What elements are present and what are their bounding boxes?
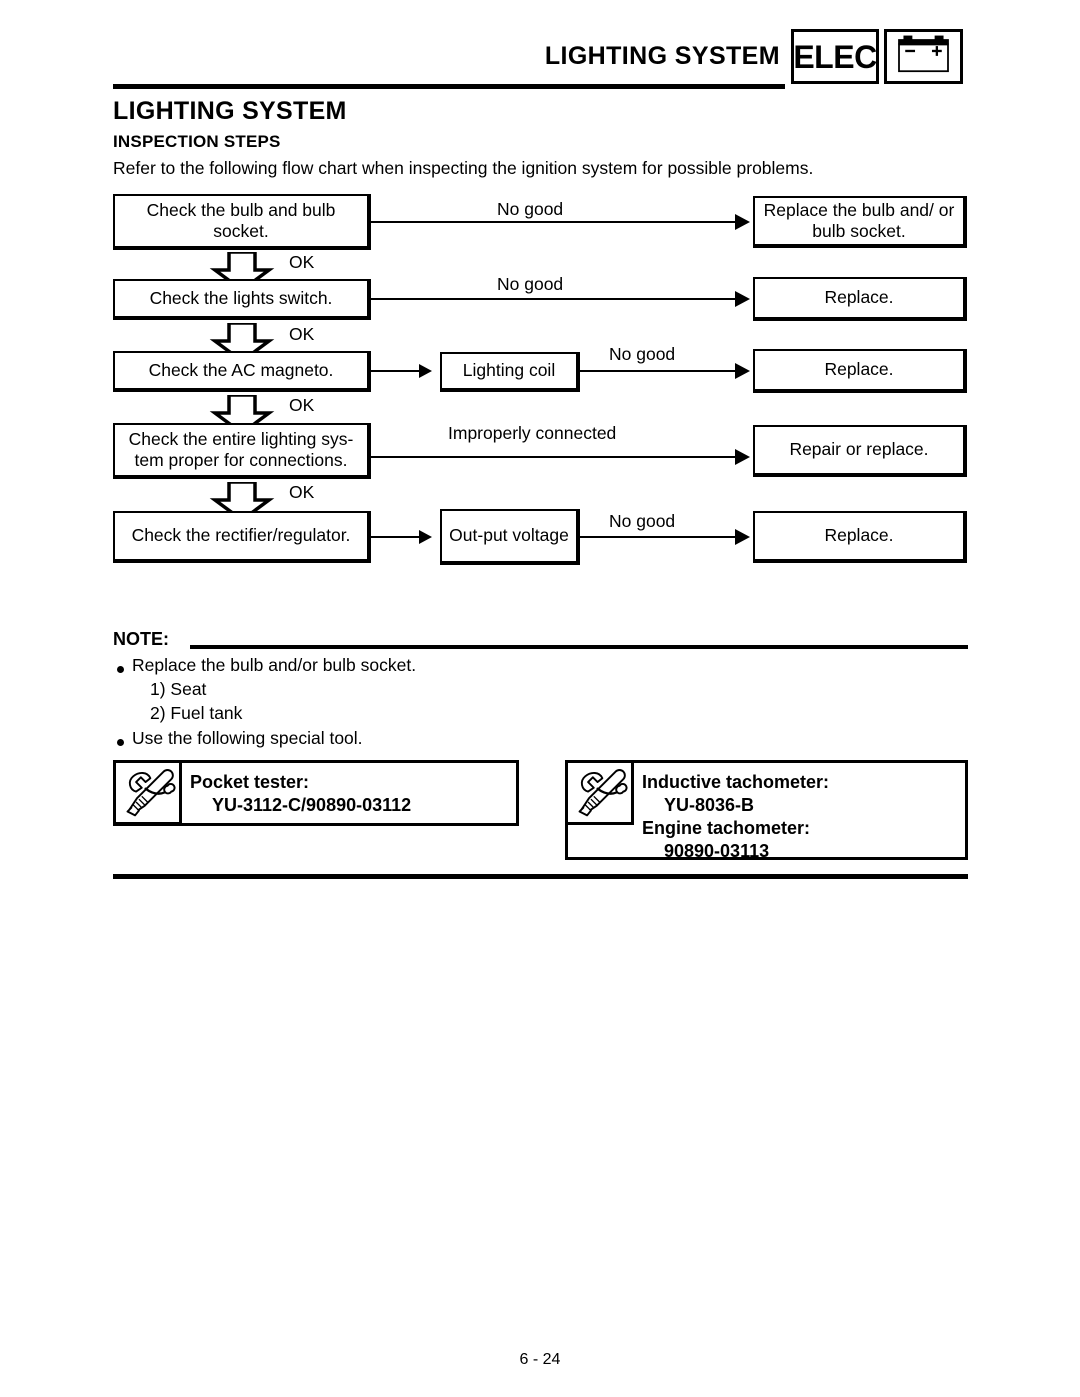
flow-condition-label: Improperly connected — [448, 423, 617, 443]
note-item: 1) Seat — [150, 679, 207, 699]
flow-arrow-head — [735, 214, 750, 230]
flow-ok-label: OK — [289, 324, 315, 344]
manual-page: LIGHTING SYSTEM ELEC LIGHTING SYSTEM INS… — [0, 0, 1080, 1397]
flow-action-box: Replace. — [753, 349, 967, 393]
tool-description-left: Pocket tester: YU-3112-C/90890-03112 — [190, 771, 411, 817]
tool-icon-frame — [116, 763, 182, 825]
tool-part-number-secondary: 90890-03113 — [664, 841, 770, 862]
tool-description-right: Inductive tachometer: YU-8036-B Engine t… — [642, 771, 829, 863]
flow-action-box: Replace. — [753, 277, 967, 321]
note-divider-rule — [190, 645, 968, 649]
flow-ok-label: OK — [289, 395, 315, 415]
note-bullet-icon — [117, 739, 124, 746]
wrench-screwdriver-icon — [578, 769, 628, 817]
wrench-screwdriver-icon — [126, 769, 176, 817]
special-tool-box-left: Pocket tester: YU-3112-C/90890-03112 — [113, 760, 519, 826]
flow-check-box: Check the lights switch. — [113, 279, 371, 320]
tool-name-secondary: Engine tachometer: — [642, 818, 811, 839]
flow-intermediate-box: Out-put voltage — [440, 509, 580, 565]
flow-action-box: Replace. — [753, 511, 967, 563]
note-heading: NOTE: — [113, 629, 169, 649]
flow-arrow-head — [735, 291, 750, 307]
tool-name: Inductive tachometer: — [642, 772, 830, 792]
flow-condition-label: No good — [609, 511, 676, 531]
flow-condition-label: No good — [497, 199, 564, 219]
flow-connector-line — [371, 456, 735, 458]
tool-name: Pocket tester: — [190, 772, 310, 792]
flow-condition-label: No good — [497, 274, 564, 294]
flow-connector-line — [371, 298, 735, 300]
flow-connector-line — [580, 536, 735, 538]
flow-arrow-head — [735, 363, 750, 379]
flow-connector-line — [580, 370, 735, 372]
tool-part-number: YU-3112-C/90890-03112 — [212, 795, 412, 816]
flow-check-box: Check the bulb and bulb socket. — [113, 194, 371, 250]
note-item: Use the following special tool. — [132, 728, 363, 748]
special-tool-box-right: Inductive tachometer: YU-8036-B Engine t… — [565, 760, 968, 863]
flow-check-box: Check the AC magneto. — [113, 351, 371, 392]
flow-action-box: Replace the bulb and/ or bulb socket. — [753, 196, 967, 248]
flow-connector-line — [371, 370, 419, 372]
tool-part-number: YU-8036-B — [664, 795, 755, 816]
flow-ok-label: OK — [289, 252, 315, 272]
flow-action-box: Repair or replace. — [753, 425, 967, 477]
note-item: 2) Fuel tank — [150, 703, 243, 723]
page-number: 6 - 24 — [519, 1351, 561, 1368]
flow-arrow-head — [419, 530, 432, 544]
tool-icon-frame — [568, 763, 634, 825]
flow-check-box: Check the rectifier/regulator. — [113, 511, 371, 563]
inspection-flow-chart: Check the bulb and bulb socket. No good … — [0, 0, 1080, 600]
flow-arrow-head — [735, 529, 750, 545]
flow-intermediate-box: Lighting coil — [440, 352, 580, 392]
flow-ok-label: OK — [289, 482, 315, 502]
flow-check-box: Check the entire lighting sys- tem prope… — [113, 423, 371, 479]
note-item: Replace the bulb and/or bulb socket. — [132, 655, 417, 675]
note-bullet-icon — [117, 666, 124, 673]
flow-arrow-head — [419, 364, 432, 378]
bottom-divider-rule — [113, 874, 968, 879]
flow-connector-line — [371, 221, 735, 223]
flow-condition-label: No good — [609, 344, 676, 364]
flow-arrow-head — [735, 449, 750, 465]
flow-connector-line — [371, 536, 419, 538]
